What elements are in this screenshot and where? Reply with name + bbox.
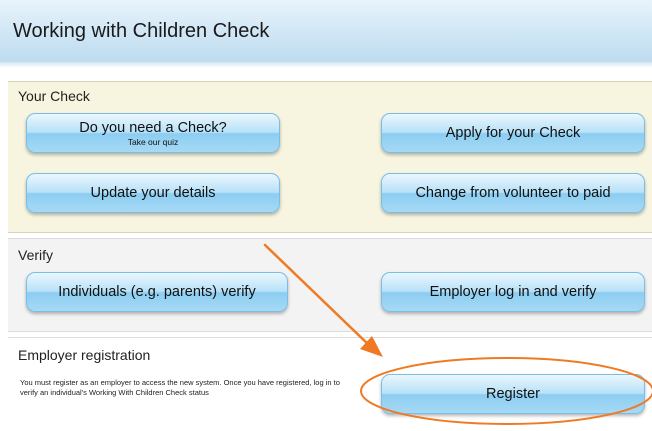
page-title: Working with Children Check	[13, 20, 270, 42]
verify-section: Verify Individuals (e.g. parents) verify…	[8, 238, 652, 332]
need-check-label: Do you need a Check?	[79, 119, 227, 136]
need-check-sublabel: Take our quiz	[127, 136, 179, 147]
individuals-verify-label: Individuals (e.g. parents) verify	[58, 284, 256, 300]
individuals-verify-button[interactable]: Individuals (e.g. parents) verify	[26, 272, 288, 312]
your-check-title: Your Check	[18, 88, 90, 104]
employer-login-verify-button[interactable]: Employer log in and verify	[381, 272, 645, 312]
volunteer-to-paid-button[interactable]: Change from volunteer to paid	[381, 173, 645, 213]
apply-check-button[interactable]: Apply for your Check	[381, 113, 645, 153]
apply-check-label: Apply for your Check	[445, 125, 581, 141]
employer-login-verify-label: Employer log in and verify	[429, 284, 597, 300]
registration-description: You must register as an employer to acce…	[20, 378, 340, 397]
employer-registration-title: Employer registration	[18, 347, 151, 363]
page-header: Working with Children Check	[0, 0, 652, 68]
need-check-button[interactable]: Do you need a Check? Take our quiz	[26, 113, 280, 153]
volunteer-to-paid-label: Change from volunteer to paid	[415, 185, 611, 201]
employer-registration-section: Employer registration You must register …	[8, 337, 652, 431]
your-check-section: Your Check Do you need a Check? Take our…	[8, 81, 652, 233]
update-details-button[interactable]: Update your details	[26, 173, 280, 213]
verify-title: Verify	[18, 247, 54, 263]
register-label: Register	[486, 386, 540, 402]
register-button[interactable]: Register	[381, 374, 645, 414]
update-details-label: Update your details	[90, 185, 216, 201]
